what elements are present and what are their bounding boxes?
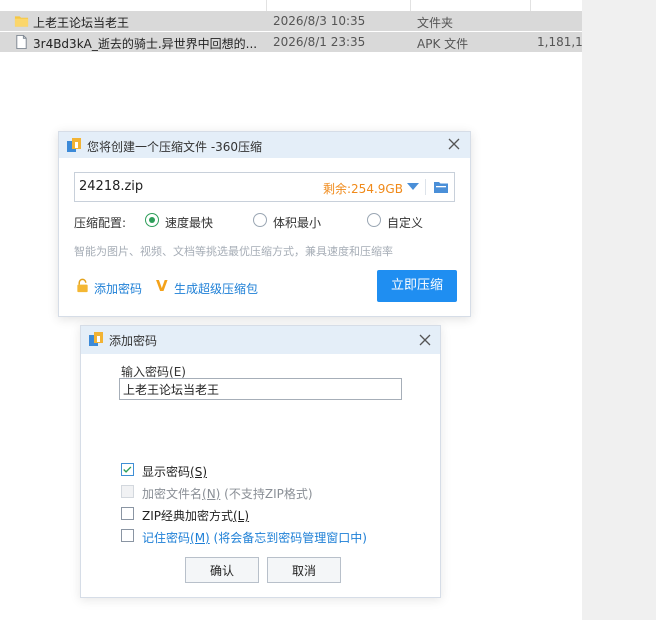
- archive-app-icon: [89, 332, 103, 346]
- show-password-label[interactable]: 显示密码(S): [142, 463, 207, 480]
- encrypt-filenames-label: 加密文件名(N) (不支持ZIP格式): [142, 487, 313, 501]
- column-divider: [266, 0, 267, 11]
- radio-smallest[interactable]: [253, 213, 267, 227]
- cancel-button[interactable]: 取消: [267, 557, 341, 583]
- close-icon[interactable]: [446, 136, 462, 152]
- chevron-down-icon[interactable]: [407, 183, 419, 190]
- file-type: APK 文件: [417, 37, 469, 51]
- divider: [425, 179, 426, 195]
- dialog-title-bar[interactable]: 您将创建一个压缩文件 -360压缩: [59, 132, 470, 158]
- file-date: 2026/8/1 23:35: [273, 35, 366, 49]
- compress-hint: 智能为图片、视频、文档等挑选最优压缩方式，兼具速度和压缩率: [74, 245, 393, 258]
- dialog-title: 您将创建一个压缩文件 -360压缩: [87, 140, 263, 154]
- file-row[interactable]: 3r4Bd3kA_逝去的骑士.异世界中回想的... 2026/8/1 23:35…: [0, 32, 582, 52]
- remember-password-label[interactable]: 记住密码(M) (将会备忘到密码管理窗口中): [142, 529, 367, 546]
- file-size: 1,181,18: [537, 35, 582, 49]
- radio-custom[interactable]: [367, 213, 381, 227]
- file-row[interactable]: 上老王论坛当老王 2026/8/3 10:35 文件夹: [0, 11, 582, 31]
- file-type: 文件夹: [417, 16, 454, 30]
- confirm-button[interactable]: 确认: [185, 557, 259, 583]
- add-password-dialog: 添加密码 输入密码(E) 显示密码(S) 加密文件名(N) (不支持ZIP格式)…: [80, 325, 441, 598]
- archive-app-icon: [67, 138, 81, 152]
- file-name: 3r4Bd3kA_逝去的骑士.异世界中回想的...: [33, 37, 258, 51]
- column-divider: [410, 0, 411, 11]
- radio-fastest[interactable]: [145, 213, 159, 227]
- dialog-title: 添加密码: [109, 334, 158, 348]
- browse-folder-icon[interactable]: [433, 179, 449, 195]
- archive-name[interactable]: 24218.zip: [79, 179, 143, 194]
- dialog-title-bar[interactable]: 添加密码: [81, 326, 440, 354]
- remember-password-checkbox[interactable]: [121, 529, 134, 542]
- file-icon: [16, 34, 27, 50]
- show-password-checkbox[interactable]: [121, 463, 134, 476]
- compress-now-button[interactable]: 立即压缩: [377, 270, 457, 302]
- radio-label[interactable]: 速度最快: [165, 214, 213, 231]
- close-icon[interactable]: [417, 332, 433, 348]
- config-label: 压缩配置:: [74, 216, 127, 230]
- free-space: 剩余:254.9GB: [323, 182, 403, 196]
- column-divider: [530, 0, 531, 11]
- password-input[interactable]: [119, 378, 402, 400]
- lock-icon: [77, 278, 88, 293]
- checkmark-icon: [123, 466, 132, 473]
- file-date: 2026/8/3 10:35: [273, 14, 366, 28]
- radio-label[interactable]: 体积最小: [273, 214, 321, 231]
- archive-name-field[interactable]: 24218.zip 剩余:254.9GB: [74, 172, 455, 202]
- file-name: 上老王论坛当老王: [33, 16, 130, 30]
- radio-label[interactable]: 自定义: [387, 214, 423, 231]
- folder-icon: [14, 16, 29, 27]
- encrypt-filenames-checkbox: [121, 485, 134, 498]
- zip-classic-checkbox[interactable]: [121, 507, 134, 520]
- background-panel: [582, 0, 656, 620]
- vip-icon: V: [156, 277, 168, 295]
- add-password-link[interactable]: 添加密码: [94, 280, 142, 297]
- super-pack-link[interactable]: 生成超级压缩包: [174, 280, 258, 297]
- zip-classic-label[interactable]: ZIP经典加密方式(L): [142, 507, 249, 524]
- compress-dialog: 您将创建一个压缩文件 -360压缩 24218.zip 剩余:254.9GB 压…: [58, 131, 471, 317]
